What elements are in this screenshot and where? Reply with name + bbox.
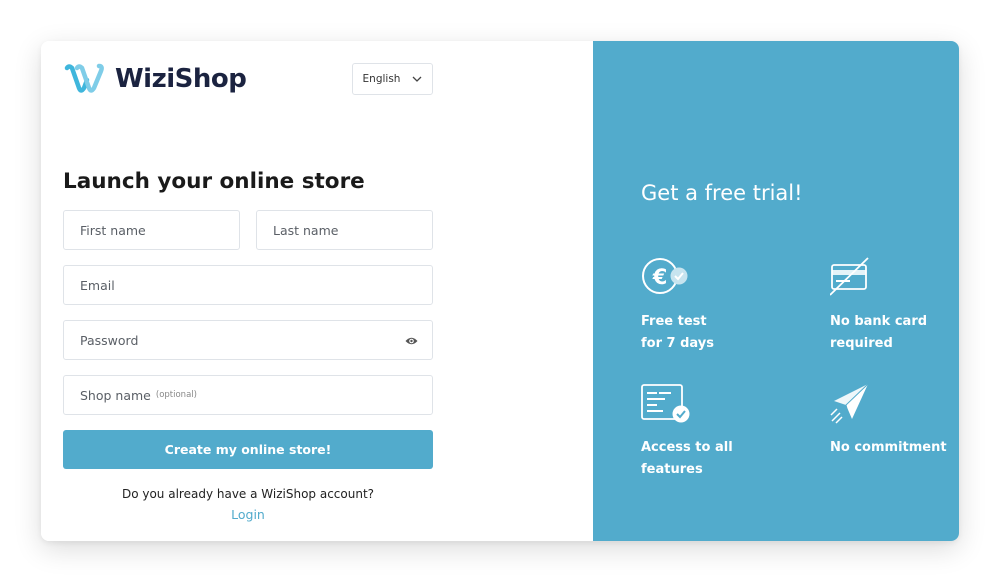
- eye-icon[interactable]: [405, 334, 418, 349]
- feature-no-commitment: No commitment: [830, 381, 955, 459]
- page-title: Launch your online store: [63, 169, 365, 194]
- feature-label-line2: features: [641, 462, 703, 477]
- shop-name-field[interactable]: Shop name (optional): [63, 375, 433, 415]
- feature-label-line1: Access to all: [641, 440, 733, 455]
- language-select[interactable]: English: [352, 63, 433, 95]
- password-field[interactable]: [63, 320, 433, 360]
- existing-account-text: Do you already have a WiziShop account?: [121, 487, 375, 501]
- last-name-field[interactable]: [256, 210, 433, 250]
- paper-plane-icon: [830, 383, 869, 424]
- feature-label-line2: for 7 days: [641, 336, 714, 351]
- svg-text:€: €: [652, 265, 668, 289]
- email-field[interactable]: [63, 265, 433, 305]
- brand-name: WiziShop: [115, 64, 247, 94]
- optional-hint: (optional): [155, 390, 197, 400]
- feature-free-test: € Free test for 7 days: [641, 255, 801, 355]
- brand-logo[interactable]: WiziShop: [63, 62, 247, 96]
- chevron-down-icon: [412, 76, 422, 82]
- first-name-field[interactable]: [63, 210, 240, 250]
- signup-card: WiziShop English Launch your online stor…: [41, 41, 959, 541]
- feature-label-line2: required: [830, 336, 893, 351]
- trial-title: Get a free trial!: [641, 181, 803, 205]
- feature-label-line1: No bank card: [830, 314, 928, 329]
- create-store-button[interactable]: Create my online store!: [63, 430, 433, 469]
- email-input[interactable]: [80, 277, 432, 293]
- login-link[interactable]: Login: [63, 507, 433, 522]
- first-name-input[interactable]: [80, 222, 239, 238]
- signup-form-panel: WiziShop English Launch your online stor…: [41, 41, 593, 541]
- feature-label-line1: Free test: [641, 314, 707, 329]
- feature-label-line1: No commitment: [830, 440, 947, 455]
- shop-name-placeholder: Shop name: [80, 387, 151, 403]
- password-input[interactable]: [80, 332, 432, 348]
- no-bank-card-icon: [829, 257, 869, 296]
- free-trial-panel: Get a free trial! € Free test for 7 days: [593, 41, 959, 541]
- document-check-icon: [641, 384, 690, 423]
- feature-no-bank-card: No bank card required: [829, 255, 955, 355]
- last-name-input[interactable]: [273, 222, 432, 238]
- feature-all-features: Access to all features: [641, 381, 801, 481]
- wizishop-w-logo-icon: [64, 63, 104, 93]
- language-selected-label: English: [362, 73, 401, 85]
- euro-check-icon: €: [642, 258, 688, 294]
